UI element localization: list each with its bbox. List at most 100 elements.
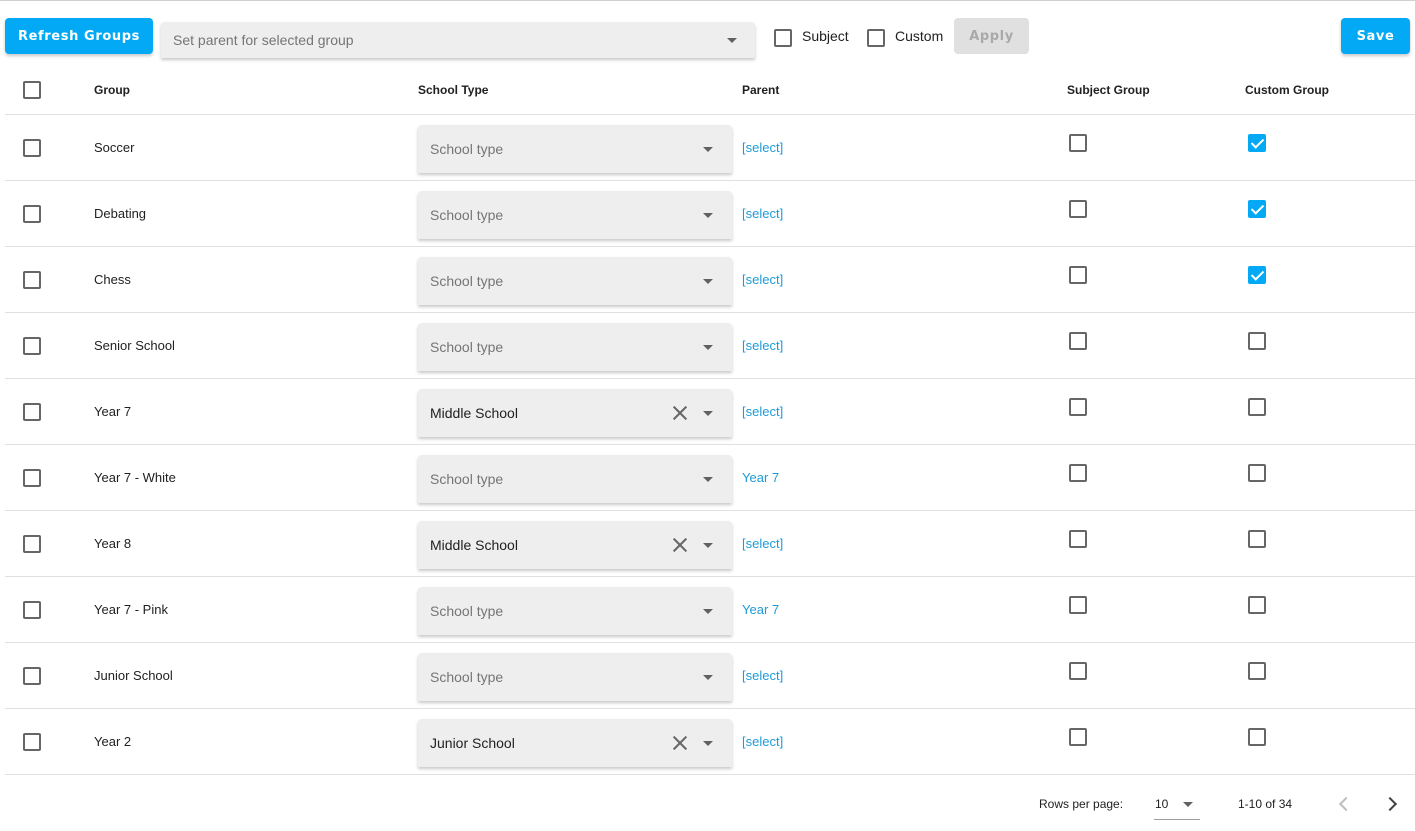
row-select-checkbox[interactable] <box>23 271 41 289</box>
row-select-checkbox[interactable] <box>23 733 41 751</box>
rows-per-page-value: 10 <box>1155 797 1169 811</box>
row-select-checkbox[interactable] <box>23 469 41 487</box>
row-select-checkbox[interactable] <box>23 601 41 619</box>
row-select-checkbox[interactable] <box>23 205 41 223</box>
subject-filter-label: Subject <box>802 28 849 44</box>
custom-group-checkbox[interactable] <box>1248 134 1266 152</box>
subject-group-checkbox[interactable] <box>1069 266 1087 284</box>
subject-group-checkbox[interactable] <box>1069 464 1087 482</box>
clear-icon[interactable] <box>672 405 688 421</box>
school-type-value: Middle School <box>430 537 518 553</box>
parent-link[interactable]: [select] <box>742 734 783 749</box>
group-name: Debating <box>94 206 147 221</box>
subject-group-checkbox[interactable] <box>1069 530 1087 548</box>
group-name: Chess <box>94 272 131 287</box>
group-name: Year 8 <box>94 536 132 551</box>
select-all-checkbox[interactable] <box>23 81 41 99</box>
school-type-value: School type <box>430 339 504 355</box>
custom-filter-checkbox[interactable] <box>867 29 885 47</box>
parent-select-placeholder: Set parent for selected group <box>173 32 354 48</box>
chevron-left-icon[interactable] <box>1338 796 1354 812</box>
parent-link[interactable]: [select] <box>742 536 783 551</box>
school-type-select[interactable]: School type <box>418 587 732 635</box>
chevron-down-icon <box>703 543 713 548</box>
school-type-value: School type <box>430 669 504 685</box>
school-type-select[interactable]: Middle School <box>418 521 732 569</box>
subject-group-checkbox[interactable] <box>1069 662 1087 680</box>
school-type-value: School type <box>430 471 504 487</box>
row-select-checkbox[interactable] <box>23 403 41 421</box>
row-select-checkbox[interactable] <box>23 139 41 157</box>
custom-group-checkbox[interactable] <box>1248 464 1266 482</box>
chevron-down-icon <box>703 477 713 482</box>
row-select-checkbox[interactable] <box>23 667 41 685</box>
refresh-groups-button[interactable]: Refresh Groups <box>5 18 153 54</box>
parent-link[interactable]: Year 7 <box>742 470 779 485</box>
school-type-select[interactable]: School type <box>418 323 732 371</box>
parent-link[interactable]: [select] <box>742 140 783 155</box>
clear-icon[interactable] <box>672 735 688 751</box>
group-name: Year 7 - White <box>94 470 176 485</box>
group-name: Year 2 <box>94 734 132 749</box>
custom-group-checkbox[interactable] <box>1248 398 1266 416</box>
custom-filter-label: Custom <box>895 28 944 44</box>
row-select-checkbox[interactable] <box>23 337 41 355</box>
parent-link[interactable]: [select] <box>742 668 783 683</box>
pagination-range: 1-10 of 34 <box>1238 797 1293 811</box>
custom-group-checkbox[interactable] <box>1248 596 1266 614</box>
row-divider <box>5 774 1415 775</box>
parent-link[interactable]: [select] <box>742 272 783 287</box>
row-select-checkbox[interactable] <box>23 535 41 553</box>
subject-group-checkbox[interactable] <box>1069 332 1087 350</box>
parent-link[interactable]: [select] <box>742 206 783 221</box>
school-type-value: Middle School <box>430 405 518 421</box>
group-name: Year 7 <box>94 404 132 419</box>
school-type-value: School type <box>430 141 504 157</box>
subject-group-checkbox[interactable] <box>1069 728 1087 746</box>
subject-group-checkbox[interactable] <box>1069 200 1087 218</box>
header-subject-group: Subject Group <box>1067 83 1150 97</box>
custom-group-checkbox[interactable] <box>1248 662 1266 680</box>
school-type-value: School type <box>430 273 504 289</box>
school-type-select[interactable]: School type <box>418 653 732 701</box>
header-group: Group <box>94 83 130 97</box>
header-parent: Parent <box>742 83 780 97</box>
group-name: Soccer <box>94 140 135 155</box>
group-name: Junior School <box>94 668 173 683</box>
chevron-down-icon <box>703 279 713 284</box>
header-custom-group: Custom Group <box>1245 83 1329 97</box>
rows-per-page-select[interactable]: 10 <box>1154 791 1200 820</box>
subject-group-checkbox[interactable] <box>1069 398 1087 416</box>
chevron-down-icon <box>703 675 713 680</box>
custom-group-checkbox[interactable] <box>1248 266 1266 284</box>
custom-group-checkbox[interactable] <box>1248 332 1266 350</box>
clear-icon[interactable] <box>672 537 688 553</box>
parent-link[interactable]: [select] <box>742 338 783 353</box>
school-type-select[interactable]: School type <box>418 191 732 239</box>
school-type-value: School type <box>430 603 504 619</box>
parent-link[interactable]: [select] <box>742 404 783 419</box>
subject-filter-checkbox[interactable] <box>774 29 792 47</box>
school-type-value: School type <box>430 207 504 223</box>
parent-select[interactable]: Set parent for selected group <box>161 22 755 58</box>
school-type-select[interactable]: Junior School <box>418 719 732 767</box>
group-name: Senior School <box>94 338 175 353</box>
chevron-down-icon <box>703 213 713 218</box>
custom-group-checkbox[interactable] <box>1248 530 1266 548</box>
parent-link[interactable]: Year 7 <box>742 602 779 617</box>
apply-button[interactable]: Apply <box>954 18 1029 54</box>
subject-group-checkbox[interactable] <box>1069 134 1087 152</box>
chevron-down-icon <box>703 411 713 416</box>
save-button[interactable]: Save <box>1341 18 1410 54</box>
school-type-select[interactable]: School type <box>418 455 732 503</box>
subject-group-checkbox[interactable] <box>1069 596 1087 614</box>
chevron-down-icon <box>727 38 737 43</box>
chevron-right-icon[interactable] <box>1382 796 1398 812</box>
school-type-select[interactable]: School type <box>418 257 732 305</box>
custom-group-checkbox[interactable] <box>1248 728 1266 746</box>
school-type-select[interactable]: School type <box>418 125 732 173</box>
chevron-down-icon <box>1183 802 1193 807</box>
group-name: Year 7 - Pink <box>94 602 168 617</box>
school-type-select[interactable]: Middle School <box>418 389 732 437</box>
custom-group-checkbox[interactable] <box>1248 200 1266 218</box>
